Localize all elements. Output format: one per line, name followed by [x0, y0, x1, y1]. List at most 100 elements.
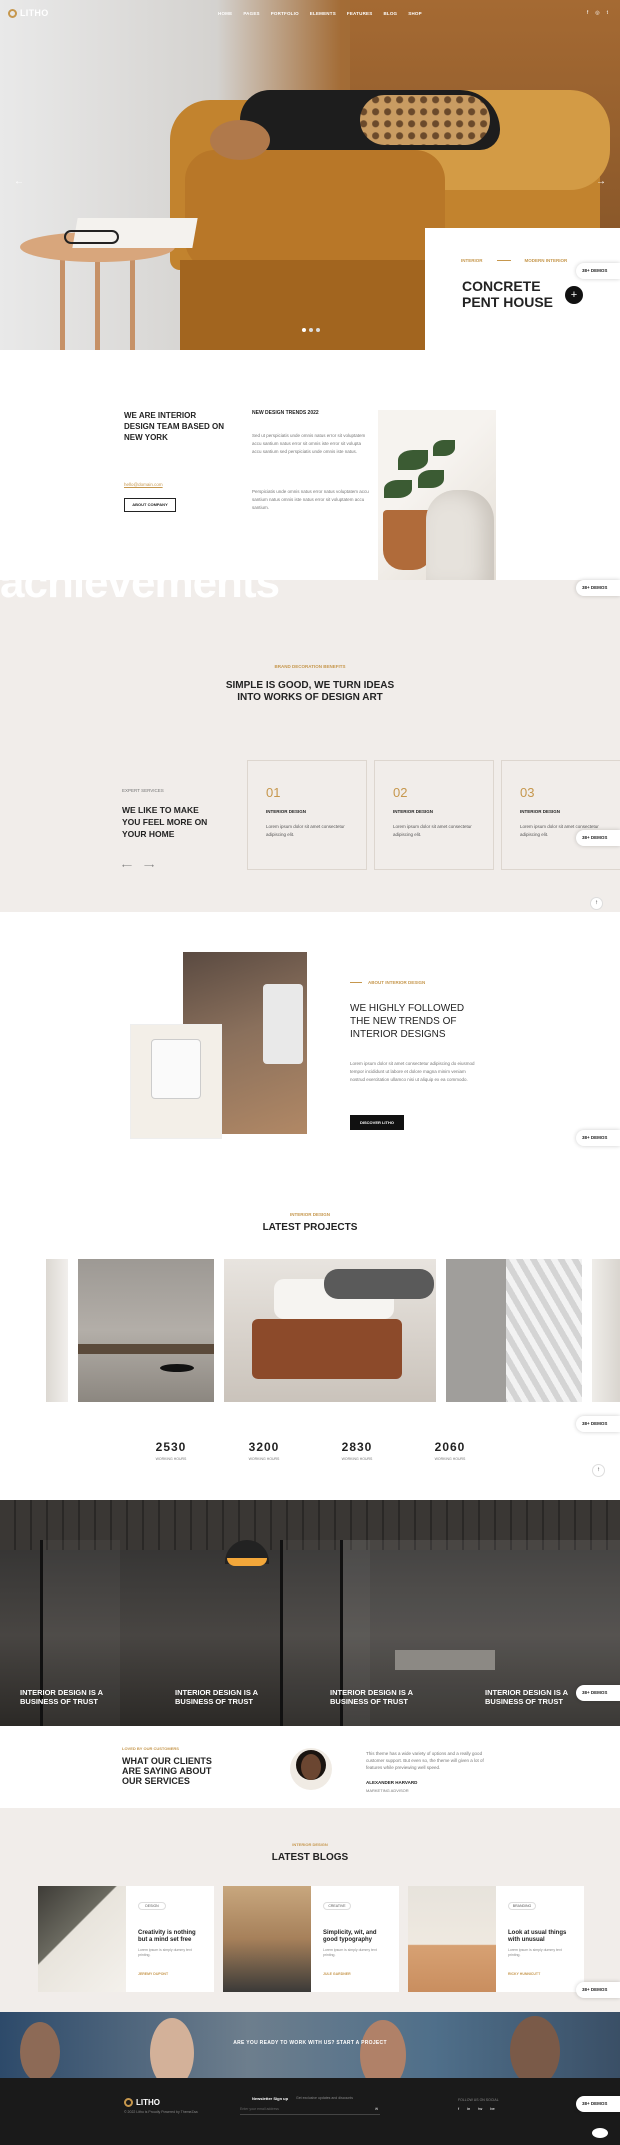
project-card[interactable] [224, 1259, 436, 1402]
slider-dot[interactable] [309, 328, 313, 332]
prev-arrow-icon[interactable]: ⟵ [122, 862, 132, 870]
interior-eyebrow-label: ABOUT INTERIOR DESIGN [368, 980, 426, 985]
achievements-watermark: achievements [0, 558, 280, 607]
blog-author[interactable]: JULE GARDNER [323, 1972, 351, 1976]
blog-title[interactable]: Look at usual things with unusual [508, 1930, 574, 1944]
scroll-top-icon[interactable]: ↑ [592, 1464, 605, 1477]
facebook-icon[interactable]: f [587, 10, 588, 16]
chat-bubble-icon[interactable] [592, 2128, 608, 2138]
nav-item-home[interactable]: HOME [218, 11, 232, 16]
linkedin-icon[interactable]: in [467, 2106, 470, 2111]
blog-author[interactable]: RICKY HUNNICUTT [508, 1972, 540, 1976]
nav-item-blog[interactable]: BLOG [383, 11, 397, 16]
about-company-button[interactable]: ABOUT COMPANY [124, 498, 176, 512]
blog-card[interactable]: DESIGN Creativity is nothing but a mind … [38, 1886, 214, 1992]
counter-value: 3200 [248, 1440, 280, 1454]
blog-tag[interactable]: CREATIVE [323, 1902, 351, 1910]
trends-title: NEW DESIGN TRENDS 2022 [252, 410, 319, 416]
nav-item-pages[interactable]: PAGES [243, 11, 259, 16]
service-number: 01 [266, 785, 281, 800]
nav-item-features[interactable]: FEATURES [347, 11, 373, 16]
cta-banner: ARE YOU READY TO WORK WITH US? START A P… [0, 2012, 620, 2078]
demos-button[interactable]: 38+ DEMOS [576, 1130, 620, 1146]
project-card[interactable] [78, 1259, 214, 1402]
blog-card[interactable]: BRANDING Look at usual things with unusu… [408, 1886, 584, 1992]
nav-item-elements[interactable]: ELEMENTS [310, 11, 336, 16]
office-banner: INTERIOR DESIGN IS A BUSINESS OF TRUST I… [0, 1500, 620, 1726]
behance-icon[interactable]: be [490, 2106, 494, 2111]
services-nav: ⟵ ⟶ [122, 862, 154, 870]
about-email-link[interactable]: hello@domain.com [124, 482, 163, 487]
table-leg [130, 258, 135, 350]
lamp-glow [227, 1558, 267, 1566]
slider-prev-arrow-icon[interactable]: ← [14, 176, 24, 187]
project-stool [160, 1364, 194, 1372]
nav-item-shop[interactable]: SHOP [408, 11, 422, 16]
project-card[interactable] [46, 1259, 68, 1402]
projects-title: LATEST PROJECTS [262, 1222, 358, 1233]
demos-button[interactable]: 38+ DEMOS [576, 1982, 620, 1998]
blog-title[interactable]: Creativity is nothing but a mind set fre… [138, 1930, 204, 1944]
slider-dot[interactable] [316, 328, 320, 332]
cta-person [20, 2022, 60, 2078]
next-arrow-icon[interactable]: ⟶ [144, 862, 154, 870]
service-card[interactable]: 03 INTERIOR DESIGN Lorem ipsum dolor sit… [501, 760, 620, 870]
tote-bag [151, 1039, 201, 1099]
demos-button[interactable]: 38+ DEMOS [576, 1685, 620, 1701]
blog-title[interactable]: Simplicity, wit, and good typography [323, 1930, 389, 1944]
demos-button[interactable]: 38+ DEMOS [576, 830, 620, 846]
blog-tag[interactable]: DESIGN [138, 1902, 166, 1910]
demos-button[interactable]: 38+ DEMOS [576, 1416, 620, 1432]
counter: 3200 WORKING HOURS [229, 1440, 299, 1461]
testimonial-name: ALEXANDER HARVARD [366, 1780, 418, 1785]
twitter-icon[interactable]: t [607, 10, 608, 16]
banner-text[interactable]: INTERIOR DESIGN IS A BUSINESS OF TRUST [485, 1688, 585, 1706]
facebook-icon[interactable]: f [458, 2106, 459, 2111]
service-card[interactable]: 02 INTERIOR DESIGN Lorem ipsum dolor sit… [374, 760, 494, 870]
banner-text[interactable]: INTERIOR DESIGN IS A BUSINESS OF TRUST [330, 1688, 430, 1706]
testimonial-section: LOVED BY OUR CUSTOMERS WHAT OUR CLIENTS … [0, 1726, 620, 1808]
blog-tag[interactable]: BRANDING [508, 1902, 536, 1910]
interior-eyebrow: ABOUT INTERIOR DESIGN [350, 980, 425, 985]
demos-button[interactable]: 38+ DEMOS [576, 2096, 620, 2112]
logo[interactable]: LITHO [8, 8, 49, 18]
slider-dot[interactable] [302, 328, 306, 332]
footer-logo[interactable]: LITHO [124, 2098, 160, 2107]
about-section: WE ARE INTERIOR DESIGN TEAM BASED ON NEW… [0, 350, 620, 585]
sofa-base [180, 260, 430, 350]
send-icon[interactable]: ✉ [375, 2104, 378, 2115]
testimonial-quote: This theme has a wide variety of options… [366, 1751, 484, 1770]
demos-button[interactable]: 38+ DEMOS [576, 580, 620, 596]
scroll-top-icon[interactable]: ↑ [590, 897, 603, 910]
banner-text[interactable]: INTERIOR DESIGN IS A BUSINESS OF TRUST [20, 1688, 120, 1706]
blog-author[interactable]: JEREMY DUPONT [138, 1972, 168, 1976]
cta-text[interactable]: ARE YOU READY TO WORK WITH US? START A P… [0, 2040, 620, 2046]
instagram-icon[interactable]: ◎ [595, 10, 599, 16]
demos-button[interactable]: 38+ DEMOS [576, 263, 620, 279]
service-number: 02 [393, 785, 408, 800]
project-card[interactable] [592, 1259, 620, 1402]
services-eyebrow: BRAND DECORATION BENEFITS [274, 664, 346, 669]
blog-image [223, 1886, 311, 1992]
hero-plus-button[interactable]: + [565, 286, 583, 304]
hero-person-head [210, 120, 270, 160]
tote-bag-image [130, 1024, 222, 1139]
discover-button[interactable]: DISCOVER LITHO [350, 1115, 404, 1130]
hero-blanket [360, 95, 490, 145]
sofa-seat [185, 150, 445, 270]
services-section: achievements BRAND DECORATION BENEFITS S… [0, 558, 620, 912]
banner-text[interactable]: INTERIOR DESIGN IS A BUSINESS OF TRUST [175, 1688, 275, 1706]
service-number: 03 [520, 785, 535, 800]
project-card[interactable] [446, 1259, 582, 1402]
glasses [64, 230, 119, 244]
counter-value: 2530 [155, 1440, 187, 1454]
testimonial-eyebrow: LOVED BY OUR CUSTOMERS [122, 1746, 179, 1751]
slider-next-arrow-icon[interactable]: → [596, 176, 606, 187]
blog-card[interactable]: CREATIVE Simplicity, wit, and good typog… [223, 1886, 399, 1992]
nav-item-portfolio[interactable]: PORTFOLIO [271, 11, 299, 16]
newsletter-email-input[interactable]: Enter your email address ✉ [240, 2104, 380, 2115]
interior-section: ABOUT INTERIOR DESIGN WE HIGHLY FOLLOWED… [0, 912, 620, 1172]
service-card[interactable]: 01 INTERIOR DESIGN Lorem ipsum dolor sit… [247, 760, 367, 870]
twitter-icon[interactable]: tw [478, 2106, 482, 2111]
leaf [433, 440, 455, 456]
